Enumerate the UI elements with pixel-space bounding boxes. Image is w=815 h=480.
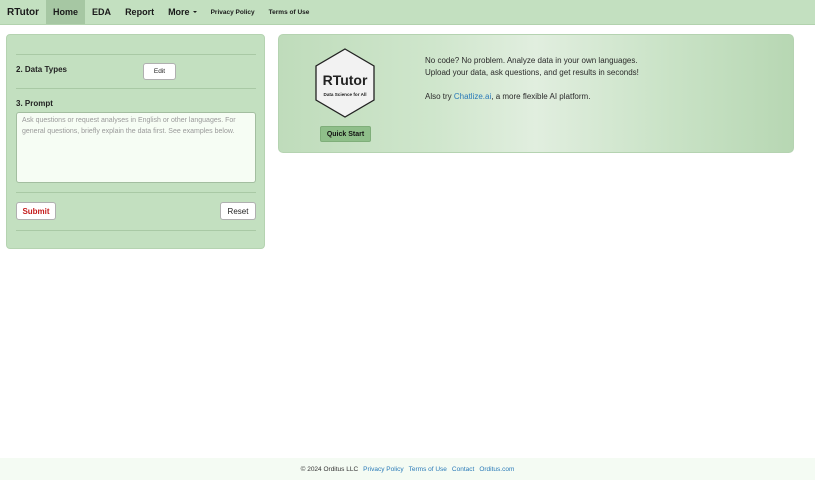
- nav-more-dropdown[interactable]: More: [161, 0, 204, 24]
- banner-line-3-prefix: Also try: [425, 92, 454, 101]
- quick-start-button[interactable]: Quick Start: [320, 126, 371, 142]
- page-footer: © 2024 Orditus LLC Privacy Policy Terms …: [0, 458, 815, 480]
- top-navbar: RTutor Home EDA Report More Privacy Poli…: [0, 0, 815, 25]
- edit-data-types-button[interactable]: Edit: [143, 63, 176, 80]
- logo-title: RTutor: [323, 72, 368, 88]
- prompt-label: 3. Prompt: [16, 99, 53, 108]
- reset-button[interactable]: Reset: [220, 202, 256, 220]
- caret-down-icon: [192, 11, 197, 13]
- banner-line-3: Also try Chatlize.ai, a more flexible AI…: [425, 92, 590, 101]
- footer-terms-link[interactable]: Terms of Use: [409, 466, 447, 473]
- nav-more-label: More: [168, 7, 190, 17]
- rtutor-logo: RTutor Data Science for All: [315, 48, 375, 118]
- chatlize-link[interactable]: Chatlize.ai: [454, 92, 491, 101]
- divider: [16, 230, 256, 231]
- footer-orditus-link[interactable]: Orditus.com: [479, 466, 514, 473]
- nav-terms-of-use[interactable]: Terms of Use: [262, 0, 317, 24]
- footer-contact-link[interactable]: Contact: [452, 466, 474, 473]
- welcome-banner: RTutor Data Science for All Quick Start …: [278, 34, 794, 153]
- submit-button[interactable]: Submit: [16, 202, 56, 220]
- nav-report[interactable]: Report: [118, 0, 161, 24]
- brand-title[interactable]: RTutor: [0, 0, 46, 24]
- banner-line-2: Upload your data, ask questions, and get…: [425, 68, 639, 77]
- logo-subtitle: Data Science for All: [324, 92, 367, 97]
- copyright-text: © 2024 Orditus LLC: [300, 465, 359, 473]
- data-types-label: 2. Data Types: [16, 65, 67, 74]
- divider: [16, 54, 256, 55]
- nav-home[interactable]: Home: [46, 0, 86, 24]
- divider: [16, 88, 256, 89]
- nav-privacy-policy[interactable]: Privacy Policy: [204, 0, 262, 24]
- banner-line-1: No code? No problem. Analyze data in you…: [425, 56, 638, 65]
- divider: [16, 192, 256, 193]
- banner-line-3-suffix: , a more flexible AI platform.: [491, 92, 591, 101]
- footer-privacy-link[interactable]: Privacy Policy: [363, 466, 403, 473]
- prompt-textarea[interactable]: [16, 112, 256, 183]
- input-panel: 2. Data Types Edit 3. Prompt Submit Rese…: [6, 34, 265, 249]
- nav-eda[interactable]: EDA: [85, 0, 118, 24]
